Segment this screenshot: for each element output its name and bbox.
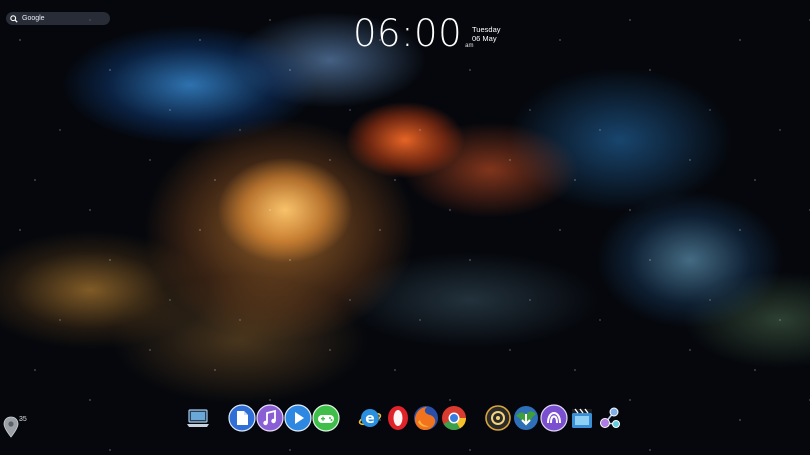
search-icon (10, 14, 18, 23)
documents-icon[interactable] (228, 404, 256, 432)
music-icon[interactable] (256, 404, 284, 432)
search-bar[interactable]: Google (6, 12, 110, 25)
search-label: Google (22, 15, 45, 22)
video-player-icon[interactable] (284, 404, 312, 432)
chrome-icon[interactable] (440, 404, 468, 432)
games-icon[interactable] (312, 404, 340, 432)
clock-weekday: Tuesday (472, 25, 501, 34)
bittorrent-icon[interactable] (540, 404, 568, 432)
opera-icon[interactable] (384, 404, 412, 432)
clock-date: Tuesday 06 May (472, 25, 501, 43)
computer-icon[interactable] (184, 404, 212, 432)
video-editor-icon[interactable] (568, 404, 596, 432)
media-icon[interactable] (484, 404, 512, 432)
clock-ampm: am (465, 43, 474, 49)
internet-explorer-icon[interactable]: e (356, 404, 384, 432)
internet-download-manager-icon[interactable] (512, 404, 540, 432)
share-icon[interactable] (596, 404, 624, 432)
wallpaper-stars (0, 0, 810, 455)
svg-text:e: e (365, 411, 375, 427)
clock-day-month: 06 May (472, 34, 497, 43)
dock: e (0, 402, 810, 436)
clock-time: 06:00 (353, 12, 463, 55)
firefox-icon[interactable] (412, 404, 440, 432)
clock-widget: 06:00 am (353, 14, 473, 54)
